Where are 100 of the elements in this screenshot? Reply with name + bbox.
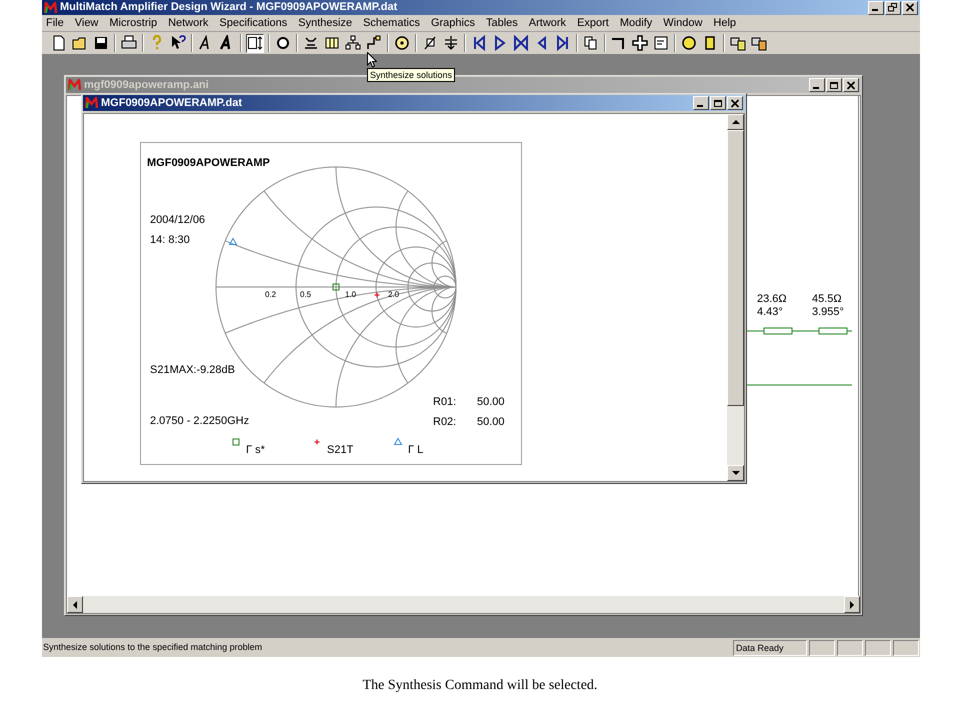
mouse-pointer-icon: [367, 52, 377, 68]
frequency-range-label: 2.0750 - 2.2250GHz: [150, 415, 250, 427]
axis-label: 2.0: [388, 290, 400, 299]
menu-item[interactable]: View: [74, 18, 98, 28]
legend-label: S21T: [327, 444, 354, 456]
maximize-button[interactable]: [710, 96, 726, 110]
maximize-button[interactable]: [826, 78, 842, 92]
scroll-down-button[interactable]: [727, 465, 744, 481]
down-arrow-icon: [732, 470, 740, 476]
logo-icon: [68, 79, 81, 91]
copy-icon: [583, 35, 599, 51]
time-label: 14: 8:30: [150, 234, 190, 246]
axis-label: 1.0: [345, 290, 356, 299]
legend-label: Γ L: [408, 444, 424, 456]
scroll-up-button[interactable]: [727, 114, 744, 130]
port-value: 50.00: [477, 396, 505, 408]
slide-caption: The Synthesis Command will be selected.: [362, 677, 598, 695]
menu-item[interactable]: Tables: [486, 18, 518, 28]
menu-item[interactable]: Export: [577, 18, 609, 28]
bend-icon: [611, 35, 627, 51]
folder-icon: [72, 35, 88, 51]
minimize-icon: [697, 104, 703, 106]
date-label: 2004/12/06: [150, 214, 206, 226]
port-label: R02:: [433, 416, 456, 428]
menu-item[interactable]: Window: [663, 18, 702, 28]
menu-item[interactable]: Graphics: [430, 18, 475, 28]
minimize-button[interactable]: [868, 0, 884, 14]
up-arrow-icon: [732, 120, 740, 124]
stub-icon: [303, 35, 319, 51]
electrical-length-label: 3.955°: [812, 306, 844, 319]
impedance-label: 23.6Ω: [757, 293, 787, 306]
menu-item[interactable]: Specifications: [219, 18, 288, 28]
axis-label: 0.5: [300, 290, 312, 299]
menu-item[interactable]: Modify: [620, 18, 652, 28]
window-title: MGF0909APOWERAMP.dat: [101, 98, 242, 108]
minimize-button[interactable]: [693, 96, 709, 110]
status-message: Synthesize solutions to the specified matching problem: [43, 643, 264, 652]
close-icon: [905, 3, 915, 12]
data-point-marker: [332, 284, 340, 290]
close-button[interactable]: [902, 0, 918, 14]
menu-item[interactable]: Help: [713, 18, 736, 28]
restore-button[interactable]: [885, 0, 901, 14]
horizontal-scrollbar[interactable]: [67, 596, 860, 613]
pointer-question-icon: [170, 35, 186, 51]
data-point-marker: [374, 292, 380, 298]
scrollbar-thumb[interactable]: [727, 130, 744, 406]
skip-forward-icon: [555, 35, 571, 51]
minimize-icon: [872, 9, 878, 11]
close-icon: [846, 80, 856, 90]
window-title: MultiMatch Amplifier Design Wizard - MGF0909APOWERAMP.dat: [60, 2, 398, 13]
text-box-icon: [653, 35, 669, 51]
legend-label: Γ s*: [246, 444, 265, 456]
step-connector-icon: [366, 35, 382, 51]
close-button[interactable]: [843, 78, 859, 92]
printer-icon: [121, 35, 137, 51]
network-icon: [345, 35, 361, 51]
status-panel: Data Ready: [733, 640, 807, 656]
bowtie-button[interactable]: [512, 34, 530, 52]
minimize-button[interactable]: [809, 78, 825, 92]
s21-max-label: S21MAX:-9.28dB: [150, 364, 235, 376]
logo-icon: [44, 2, 57, 14]
window-title: mgf0909apoweramp.ani: [84, 80, 209, 90]
vertical-scrollbar[interactable]: [727, 114, 744, 481]
menu-item[interactable]: Network: [168, 18, 208, 28]
library-icon: [730, 35, 746, 51]
menu-item[interactable]: Artwork: [528, 18, 566, 28]
page-icon: [51, 35, 67, 51]
impedance-label: 45.5Ω: [812, 293, 843, 306]
filled-circle-icon: [681, 35, 697, 51]
library-alt-icon: [751, 35, 767, 51]
close-button[interactable]: [727, 96, 743, 110]
minimize-icon: [813, 86, 819, 88]
probe-icon: [422, 35, 438, 51]
menu-item[interactable]: Microstrip: [109, 18, 158, 28]
menu-item[interactable]: File: [46, 18, 64, 28]
text-box-button[interactable]: [652, 34, 670, 52]
frame-arrows-button[interactable]: [246, 34, 264, 52]
left-arrow-icon: [72, 600, 78, 608]
ring-icon: [275, 35, 291, 51]
maximize-icon: [829, 80, 839, 90]
port-label: R01:: [433, 396, 456, 408]
bowtie-icon: [513, 35, 529, 51]
right-arrow-icon: [850, 600, 854, 608]
menu-item[interactable]: Schematics: [363, 18, 420, 28]
electrical-length-label: 4.43°: [757, 306, 784, 319]
skip-back-icon: [471, 35, 487, 51]
restore-icon: [888, 3, 898, 12]
tuning-icon: [443, 35, 459, 51]
columns-icon: [324, 35, 340, 51]
play-icon: [492, 35, 508, 51]
scroll-right-button[interactable]: [844, 596, 860, 613]
dotted-circle-icon: [394, 35, 410, 51]
logo-icon: [85, 97, 98, 109]
scroll-left-button[interactable]: [67, 596, 83, 613]
menu-item[interactable]: Synthesize: [298, 18, 352, 28]
port-value: 50.00: [477, 416, 505, 428]
axis-label: 0.2: [265, 290, 276, 299]
cross-junction-icon: [632, 35, 648, 51]
tooltip: Synthesize solutions: [367, 68, 456, 82]
data-point-marker: [228, 238, 238, 245]
